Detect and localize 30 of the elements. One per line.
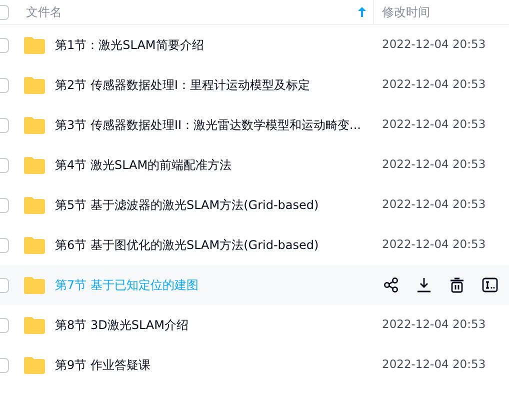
file-name[interactable]: 第5节 基于滤波器的激光SLAM方法(Grid-based) [55, 196, 382, 214]
delete-icon[interactable] [449, 277, 465, 293]
modified-time: 2022-12-04 20:53 [382, 76, 487, 94]
folder-icon [24, 236, 45, 254]
folder-icon [24, 76, 45, 94]
download-icon[interactable] [416, 277, 432, 293]
modified-time: 2022-12-04 20:53 [382, 116, 487, 134]
folder-icon [24, 316, 45, 334]
folder-icon [24, 156, 45, 174]
file-name[interactable]: 第8节 3D激光SLAM介绍 [55, 316, 382, 334]
file-name[interactable]: 第2节 传感器数据处理I：里程计运动模型及标定 [55, 76, 382, 94]
folder-icon [24, 196, 45, 214]
modified-time: 2022-12-04 20:53 [382, 356, 487, 374]
file-name[interactable]: 第6节 基于图优化的激光SLAM方法(Grid-based) [55, 236, 382, 254]
folder-icon [24, 276, 45, 294]
modified-time: 2022-12-04 20:53 [382, 36, 487, 54]
sort-arrow-icon[interactable] [358, 7, 366, 17]
file-name[interactable]: 第9节 作业答疑课 [55, 356, 382, 374]
modified-time: 2022-12-04 20:53 [382, 196, 487, 214]
modified-time: 2022-12-04 20:53 [382, 316, 487, 334]
folder-icon [24, 116, 45, 134]
folder-icon [24, 36, 45, 54]
modified-time: 2022-12-04 20:53 [382, 236, 487, 254]
modified-time: 2022-12-04 20:53 [382, 156, 487, 174]
file-name[interactable]: 第4节 激光SLAM的前端配准方法 [55, 156, 382, 174]
file-name[interactable]: 第3节 传感器数据处理II：激光雷达数学模型和运动畸变... [55, 116, 382, 134]
share-icon[interactable] [383, 277, 399, 293]
rename-icon[interactable] [482, 277, 498, 293]
folder-icon [24, 356, 45, 374]
file-name[interactable]: 第1节：激光SLAM简要介绍 [55, 36, 382, 54]
